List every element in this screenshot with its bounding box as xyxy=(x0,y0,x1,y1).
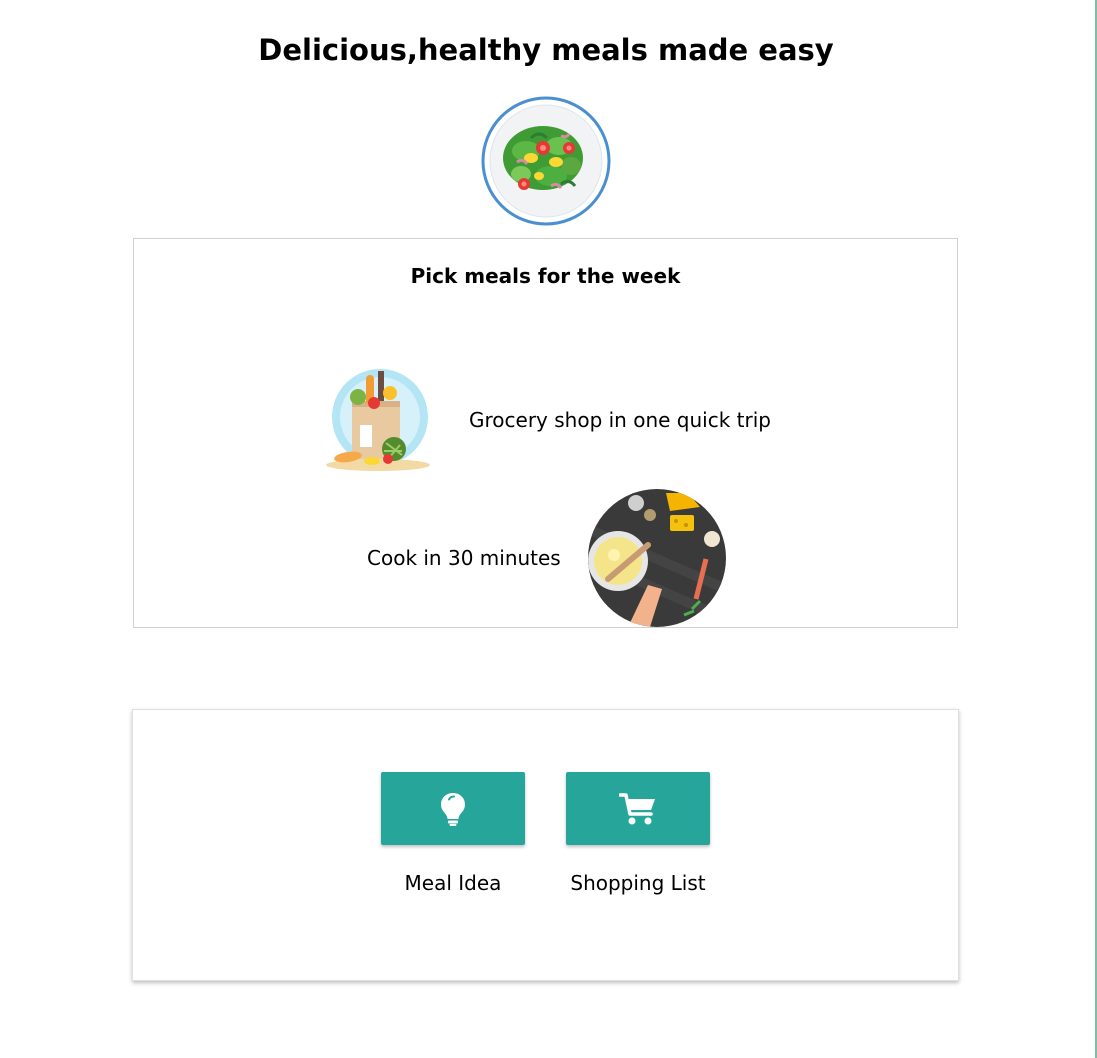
cooking-bowl-image xyxy=(588,489,726,627)
features-card: Pick meals for the week Grocery shop in … xyxy=(133,238,958,628)
actions-card: Meal Idea Shopping List xyxy=(132,709,959,981)
shopping-list-label[interactable]: Shopping List xyxy=(548,870,728,896)
grocery-bag-image xyxy=(326,369,430,471)
meal-idea-label[interactable]: Meal Idea xyxy=(363,870,543,896)
features-title: Pick meals for the week xyxy=(410,264,681,288)
shopping-list-button[interactable] xyxy=(566,772,710,845)
page-title: Delicious,healthy meals made easy xyxy=(258,33,834,67)
lightbulb-icon xyxy=(441,792,465,826)
cook-feature-text: Cook in 30 minutes xyxy=(367,546,561,570)
salad-plate-image xyxy=(481,96,611,226)
meal-idea-button[interactable] xyxy=(381,772,525,845)
page: Delicious,healthy meals made easy Pick m… xyxy=(0,0,1097,1058)
grocery-feature-text: Grocery shop in one quick trip xyxy=(469,408,771,432)
shopping-cart-icon xyxy=(619,792,655,824)
